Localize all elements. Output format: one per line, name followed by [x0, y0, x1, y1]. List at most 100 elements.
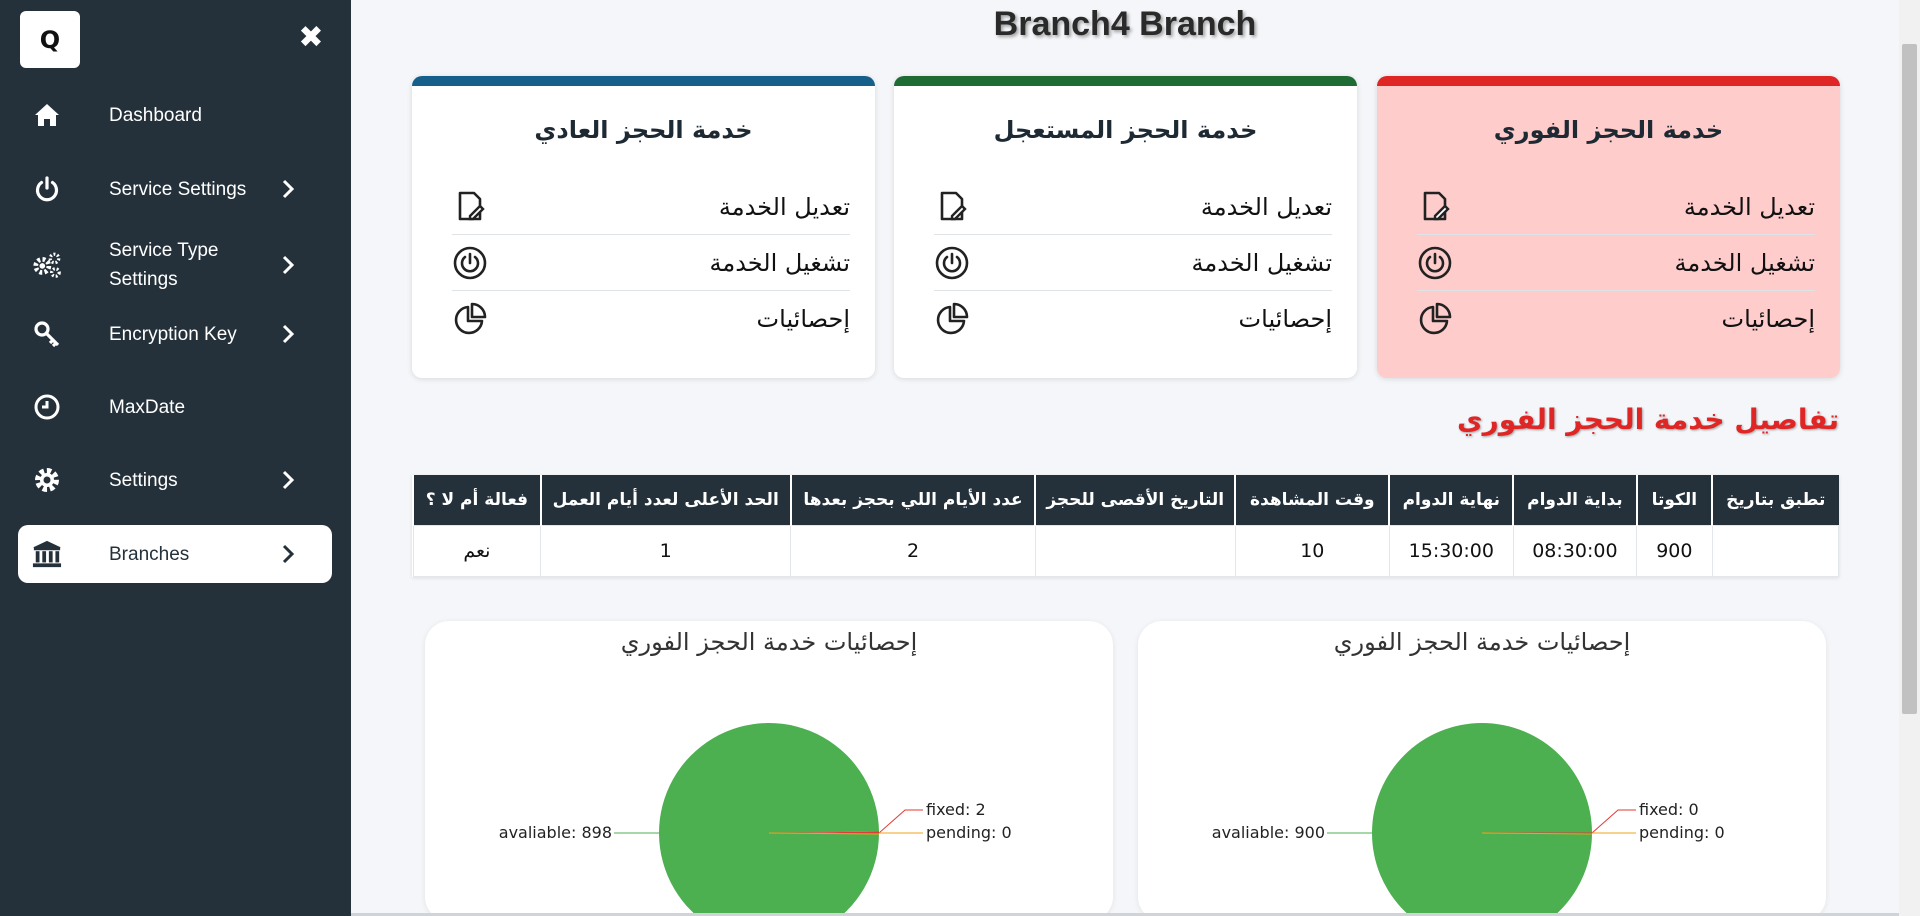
pie-chart-left: avaliable: 898 fixed: 2 pending: 0: [499, 723, 1012, 913]
edit-document-icon: [1423, 191, 1450, 220]
sidebar-item-label: Service Type Settings: [109, 240, 219, 290]
app-logo[interactable]: Q: [20, 11, 80, 68]
card-title: خدمة الحجز الفوري: [1493, 116, 1724, 144]
gears-icon: [32, 250, 62, 280]
clock-icon: [32, 392, 62, 422]
gear-icon: [32, 465, 62, 495]
pie-chart-right: avaliable: 900 fixed: 0 pending: 0: [1212, 723, 1725, 913]
data-label-avaliable: avaliable: 900: [1212, 823, 1325, 842]
chevron-right-icon: [278, 542, 298, 566]
edit-service-row[interactable]: تعديل الخدمة: [452, 179, 850, 235]
column-header: عدد الأيام اللي بحجز بعدها: [789, 475, 1036, 525]
sidebar-item-branches[interactable]: Branches: [18, 525, 332, 583]
statistics-label: إحصائيات: [1721, 305, 1815, 333]
power-icon: [935, 246, 969, 279]
page-title: Branch4 Branch: [993, 5, 1257, 43]
data-label-fixed: fixed: 0: [1639, 800, 1699, 819]
service-card-urgent: خدمة الحجز المستعجل تعديل الخدمة تشغيل ا…: [894, 76, 1357, 378]
statistics-label: إحصائيات: [1238, 305, 1332, 333]
chart-title: إحصائيات خدمة الحجز الفوري: [1333, 628, 1631, 656]
table-cell: 15:30:00: [1388, 524, 1514, 577]
power-icon: [453, 246, 487, 279]
edit-service-label: تعديل الخدمة: [1683, 192, 1815, 221]
home-icon: [32, 100, 62, 130]
sidebar-item-service-type-settings[interactable]: Service Type Settings: [18, 235, 332, 295]
column-header: تطبق بتاريخ: [1711, 475, 1839, 525]
sidebar-item-service-settings[interactable]: Service Settings: [18, 160, 332, 218]
service-card-regular: خدمة الحجز العادي تعديل الخدمة تشغيل الخ…: [412, 76, 875, 378]
table-cell: [1711, 524, 1840, 577]
start-service-label: تشغيل الخدمة: [1674, 248, 1815, 277]
pie-slice-avaliable: [1372, 723, 1592, 913]
chevron-right-icon: [278, 177, 298, 201]
sidebar-item-label: Settings: [109, 469, 178, 491]
sidebar-item-encryption-key[interactable]: Encryption Key: [18, 305, 332, 363]
column-header: نهاية الدوام: [1388, 475, 1514, 525]
edit-service-label: تعديل الخدمة: [718, 192, 850, 221]
column-header: الكوتا: [1635, 475, 1713, 525]
chevron-right-icon: [278, 468, 298, 492]
statistics-row[interactable]: إحصائيات: [934, 291, 1332, 347]
chevron-right-icon: [278, 253, 298, 277]
sidebar-item-label: Service Settings: [109, 178, 247, 200]
pie-chart-icon: [1419, 302, 1452, 335]
column-header: الحد الأعلى لعدد أيام العمل: [539, 475, 791, 525]
leader-line-fixed: [878, 809, 923, 834]
sidebar-item-label: Branches: [109, 543, 190, 565]
start-service-label: تشغيل الخدمة: [709, 248, 850, 277]
pie-slice-avaliable: [659, 723, 879, 913]
sidebar-item-label: Encryption Key: [109, 323, 237, 345]
column-header: وقت المشاهدة: [1234, 475, 1390, 525]
table-cell: نعم: [412, 524, 542, 577]
start-service-row[interactable]: تشغيل الخدمة: [452, 235, 850, 291]
card-accent-bar: [894, 76, 1357, 86]
statistics-label: إحصائيات: [756, 305, 850, 333]
service-card-instant: خدمة الحجز الفوري تعديل الخدمة تشغيل الخ…: [1377, 76, 1840, 378]
chevron-right-icon: [278, 322, 298, 346]
card-accent-bar: [412, 76, 875, 86]
chart-title: إحصائيات خدمة الحجز الفوري: [620, 628, 918, 656]
edit-service-row[interactable]: تعديل الخدمة: [1417, 179, 1815, 235]
statistics-row[interactable]: إحصائيات: [1417, 291, 1815, 347]
scrollbar-thumb[interactable]: [1902, 44, 1917, 714]
data-label-avaliable: avaliable: 898: [499, 823, 612, 842]
pie-chart-icon: [936, 302, 969, 335]
table-cell: 2: [790, 524, 1036, 577]
card-title: خدمة الحجز المستعجل: [993, 116, 1258, 144]
details-heading: تفاصيل خدمة الحجز الفوري: [1456, 403, 1839, 436]
sidebar-item-dashboard[interactable]: Dashboard: [18, 86, 332, 144]
sidebar-item-label: Dashboard: [109, 104, 202, 126]
sidebar-item-label: MaxDate: [109, 396, 186, 418]
leader-line-fixed: [1591, 809, 1636, 834]
edit-service-label: تعديل الخدمة: [1200, 192, 1332, 221]
power-icon: [32, 174, 62, 204]
card-accent-bar: [1377, 76, 1840, 86]
start-service-row[interactable]: تشغيل الخدمة: [1417, 235, 1815, 291]
sidebar-item-settings[interactable]: Settings: [18, 451, 332, 509]
statistics-row[interactable]: إحصائيات: [452, 291, 850, 347]
start-service-label: تشغيل الخدمة: [1191, 248, 1332, 277]
data-label-pending: pending: 0: [926, 823, 1012, 842]
column-header: بداية الدوام: [1512, 475, 1637, 525]
sidebar-item-maxdate[interactable]: MaxDate: [18, 378, 332, 436]
sidebar: Q ✖ Dashboard Service Settings Service T…: [0, 0, 351, 916]
start-service-row[interactable]: تشغيل الخدمة: [934, 235, 1332, 291]
card-title: خدمة الحجز العادي: [534, 116, 753, 144]
details-table: تطبق بتاريخ الكوتا بداية الدوام نهاية ال…: [412, 475, 1840, 577]
power-icon: [1418, 246, 1452, 279]
table-row: 900 08:30:00 15:30:00 10 2 1 نعم: [412, 524, 1840, 577]
edit-service-row[interactable]: تعديل الخدمة: [934, 179, 1332, 235]
table-cell: 900: [1636, 524, 1713, 577]
edit-document-icon: [940, 191, 967, 220]
data-label-pending: pending: 0: [1639, 823, 1725, 842]
table-header-row: تطبق بتاريخ الكوتا بداية الدوام نهاية ال…: [412, 475, 1839, 525]
table-cell: 10: [1234, 524, 1390, 577]
edit-document-icon: [458, 191, 485, 220]
key-icon: [32, 319, 62, 349]
table-cell: 1: [540, 524, 792, 577]
data-label-fixed: fixed: 2: [926, 800, 986, 819]
table-cell: 08:30:00: [1512, 524, 1638, 577]
column-header: فعالة أم لا ؟: [412, 475, 541, 525]
vertical-scrollbar[interactable]: [1899, 0, 1920, 916]
close-sidebar-icon[interactable]: ✖: [296, 20, 326, 55]
